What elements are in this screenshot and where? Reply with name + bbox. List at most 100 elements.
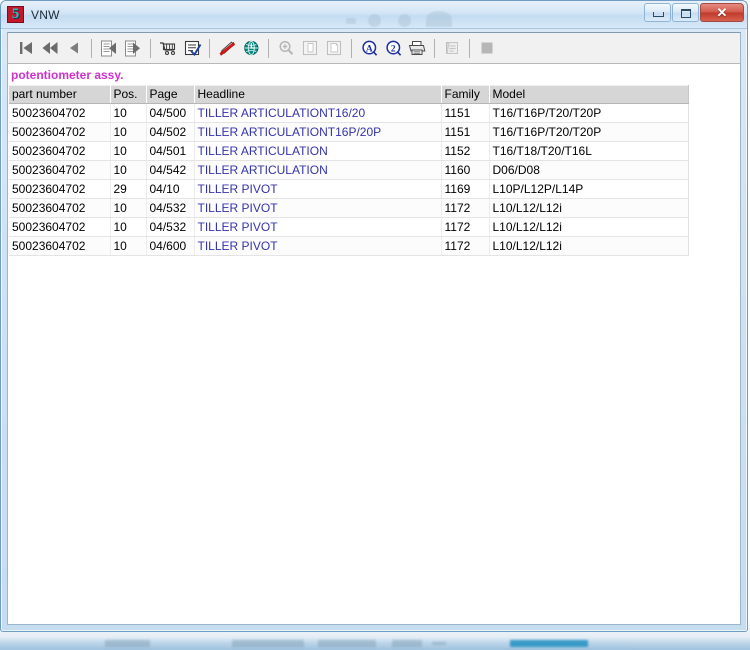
cell-pos: 10 — [110, 160, 147, 180]
cell-page: 04/500 — [146, 103, 195, 123]
table-row[interactable]: 50023604702 29 04/10 TILLER PIVOT 1169 L… — [9, 179, 689, 199]
print-button[interactable] — [405, 36, 429, 60]
headline-link[interactable]: TILLER ARTICULATION — [198, 106, 328, 120]
minimize-button[interactable] — [644, 3, 671, 22]
cell-model: T16/T16P/T20/T20P — [489, 103, 689, 123]
headline-link[interactable]: TILLER PIVOT — [198, 201, 278, 215]
table-row[interactable]: 50023604702 10 04/532 TILLER PIVOT 1172 … — [9, 198, 689, 218]
column-header-page[interactable]: Page — [146, 85, 195, 104]
window-title: VNW — [31, 7, 60, 22]
toolbar-separator-7 — [469, 38, 470, 58]
letter-a-circle-icon: A — [361, 40, 377, 56]
cell-headline: TILLER PIVOT — [194, 217, 442, 237]
headline-link[interactable]: TILLER ARTICULATION — [198, 144, 328, 158]
previous-arrow-icon — [70, 42, 78, 54]
cell-part-number: 50023604702 — [9, 103, 111, 123]
headline-link[interactable]: TILLER PIVOT — [198, 239, 278, 253]
table-row[interactable]: 50023604702 10 04/542 TILLER ARTICULATIO… — [9, 160, 689, 180]
cell-family: 1169 — [441, 179, 490, 199]
headline-link[interactable]: TILLER ARTICULATION — [198, 163, 328, 177]
cell-family: 1172 — [441, 198, 490, 218]
headline-link[interactable]: TILLER PIVOT — [198, 182, 278, 196]
minimize-icon — [653, 12, 664, 17]
cell-family: 1151 — [441, 103, 490, 123]
cell-page: 04/501 — [146, 141, 195, 161]
toolbar-separator-2 — [150, 38, 151, 58]
table-row[interactable]: 50023604702 10 04/500 TILLER ARTICULATIO… — [9, 103, 689, 123]
toolbar-separator-5 — [351, 38, 352, 58]
client-area: A 2 potentiometer assy. part number Pos.… — [7, 32, 741, 625]
zoom-button[interactable] — [274, 36, 298, 60]
cell-part-number: 50023604702 — [9, 198, 111, 218]
table-body: 50023604702 10 04/500 TILLER ARTICULATIO… — [9, 103, 689, 256]
column-header-pos[interactable]: Pos. — [110, 85, 147, 104]
column-header-headline[interactable]: Headline — [194, 85, 442, 104]
window-controls: ✕ — [643, 3, 744, 22]
toolbar-separator-4 — [268, 38, 269, 58]
maximize-button[interactable] — [672, 3, 699, 22]
shopping-cart-button[interactable] — [156, 36, 180, 60]
first-record-button[interactable] — [14, 36, 38, 60]
app-logo-glyph: 5 — [11, 6, 20, 22]
cell-headline: TILLER PIVOT — [194, 198, 442, 218]
cell-family: 1172 — [441, 236, 490, 256]
cell-headline: TILLER PIVOT — [194, 179, 442, 199]
notepad-icon — [445, 42, 458, 54]
document-forward-button[interactable] — [121, 36, 145, 60]
page-new-button[interactable] — [322, 36, 346, 60]
table-row[interactable]: 50023604702 10 04/501 TILLER ARTICULATIO… — [9, 141, 689, 161]
table-row[interactable]: 50023604702 10 04/600 TILLER PIVOT 1172 … — [9, 236, 689, 256]
cell-pos: 10 — [110, 217, 147, 237]
table-row[interactable]: 50023604702 10 04/532 TILLER PIVOT 1172 … — [9, 217, 689, 237]
cell-part-number: 50023604702 — [9, 236, 111, 256]
cell-model: L10/L12/L12i — [489, 217, 689, 237]
headline-link[interactable]: TILLER ARTICULATION — [198, 125, 328, 139]
web-history-button[interactable] — [239, 36, 263, 60]
stop-square-icon — [481, 42, 493, 54]
cell-model: L10/L12/L12i — [489, 198, 689, 218]
group-title: potentiometer assy. — [11, 68, 124, 82]
cell-page: 04/532 — [146, 198, 195, 218]
previous-record-button[interactable] — [62, 36, 86, 60]
cell-page: 04/532 — [146, 217, 195, 237]
annotate-button[interactable] — [215, 36, 239, 60]
table-row[interactable]: 50023604702 10 04/502 TILLER ARTICULATIO… — [9, 122, 689, 142]
close-button[interactable]: ✕ — [700, 3, 744, 22]
cell-headline: TILLER ARTICULATION — [194, 160, 442, 180]
app-logo-icon[interactable]: 5 — [7, 6, 24, 23]
title-bar[interactable]: 5 VNW ✕ — [1, 1, 747, 29]
column-header-model[interactable]: Model — [489, 85, 689, 104]
headline-suffix: T16/20 — [327, 106, 366, 120]
headline-link[interactable]: TILLER PIVOT — [198, 220, 278, 234]
stop-button[interactable] — [475, 36, 499, 60]
column-header-family[interactable]: Family — [441, 85, 490, 104]
number-2-circle-icon: 2 — [385, 40, 401, 56]
toolbar-separator-1 — [91, 38, 92, 58]
table-header-row: part number Pos. Page Headline Family Mo… — [9, 85, 689, 104]
svg-text:A: A — [365, 45, 372, 55]
second-search-button[interactable]: 2 — [381, 36, 405, 60]
column-header-part-number[interactable]: part number — [9, 85, 111, 104]
checklist-form-icon — [184, 40, 201, 57]
order-form-button[interactable] — [180, 36, 204, 60]
cell-part-number: 50023604702 — [9, 160, 111, 180]
page-copy-button[interactable] — [298, 36, 322, 60]
toolbar: A 2 — [8, 33, 740, 64]
cell-pos: 10 — [110, 103, 147, 123]
cell-page: 04/600 — [146, 236, 195, 256]
page-blank-icon — [326, 40, 342, 56]
cell-headline: TILLER ARTICULATIONT16/20 — [194, 103, 442, 123]
cell-model: L10P/L12P/L14P — [489, 179, 689, 199]
skip-to-first-icon — [20, 42, 32, 54]
results-pane[interactable]: potentiometer assy. part number Pos. Pag… — [8, 65, 740, 624]
document-back-button[interactable] — [97, 36, 121, 60]
cell-family: 1152 — [441, 141, 490, 161]
text-search-button[interactable]: A — [357, 36, 381, 60]
notes-button[interactable] — [440, 36, 464, 60]
fast-rewind-button[interactable] — [38, 36, 62, 60]
document-left-arrow-icon — [101, 40, 116, 56]
cell-part-number: 50023604702 — [9, 179, 111, 199]
cell-part-number: 50023604702 — [9, 122, 111, 142]
cell-model: T16/T16P/T20/T20P — [489, 122, 689, 142]
printer-icon — [408, 41, 426, 55]
